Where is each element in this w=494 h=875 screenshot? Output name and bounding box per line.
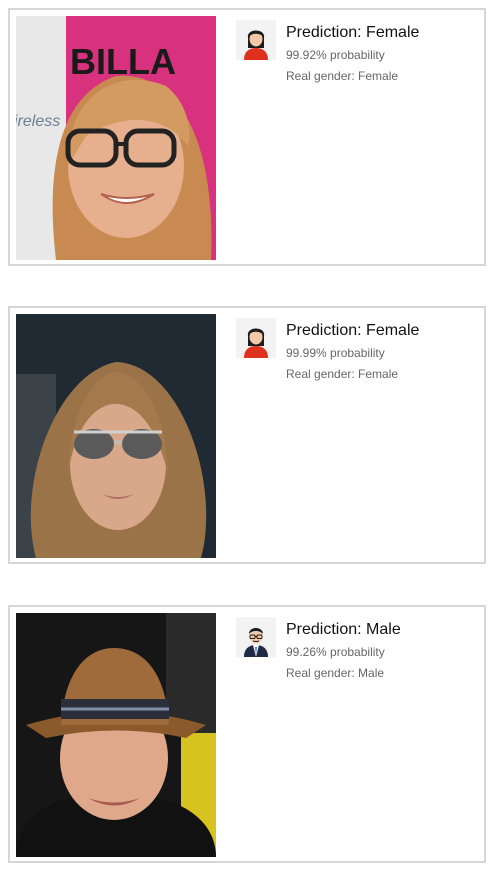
result-card-2: Prediction: Female 99.99% probability Re… bbox=[8, 306, 486, 564]
female-avatar-icon bbox=[236, 20, 276, 60]
real-gender-label: Real gender: Female bbox=[286, 69, 399, 83]
result-card-1: BILLA ireless Prediction: Female 99.92% … bbox=[8, 8, 486, 266]
prediction-label: Prediction: Female bbox=[286, 322, 420, 339]
female-avatar-icon bbox=[236, 318, 276, 358]
face-photo-2 bbox=[16, 314, 216, 558]
real-gender-label: Real gender: Male bbox=[286, 666, 385, 680]
probability-label: 99.99% probability bbox=[286, 346, 385, 360]
male-avatar-icon bbox=[236, 617, 276, 657]
face-photo-3 bbox=[16, 613, 216, 857]
probability-label: 99.26% probability bbox=[286, 645, 385, 659]
prediction-label: Prediction: Male bbox=[286, 621, 401, 638]
prediction-label: Prediction: Female bbox=[286, 24, 420, 41]
real-gender-label: Real gender: Female bbox=[286, 367, 399, 381]
face-photo-1: BILLA ireless bbox=[16, 16, 216, 260]
probability-label: 99.92% probability bbox=[286, 48, 385, 62]
result-card-3: Prediction: Male 99.26% probability Real… bbox=[8, 605, 486, 863]
svg-text:ireless: ireless bbox=[16, 113, 60, 130]
